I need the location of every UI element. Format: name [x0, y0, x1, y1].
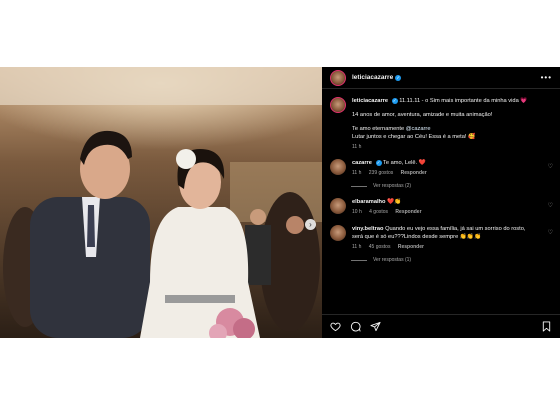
avatar[interactable] [330, 97, 346, 113]
comment-item: viny.beltrao Quando eu vejo essa família… [322, 225, 560, 251]
reply-button[interactable]: Responder [401, 170, 427, 176]
post-side-panel: leticiacazarre ✓ ••• leticiacazarre ✓ 11… [322, 67, 560, 338]
comment-emoji: ❤️ [418, 160, 426, 166]
caption-time: 11 h [352, 144, 362, 150]
caption-line-1: 11.11.11 - o Sim mais importante da minh… [399, 98, 519, 104]
view-replies-label: Ver respostas (2) [373, 183, 412, 189]
avatar[interactable] [330, 159, 346, 175]
post-header: leticiacazarre ✓ ••• [322, 67, 560, 89]
comment-emoji: 👏👏👏 [459, 234, 482, 240]
smile-emoji: 🥰 [468, 134, 476, 140]
verified-icon: ✓ [395, 74, 402, 81]
avatar[interactable] [330, 225, 346, 241]
verified-icon: ✓ [391, 97, 398, 104]
comment-likes[interactable]: 239 gostos [369, 170, 393, 176]
send-icon[interactable] [370, 321, 381, 332]
reply-button[interactable]: Responder [395, 209, 421, 215]
heart-emoji: 💗 [520, 98, 528, 104]
more-icon[interactable]: ••• [541, 73, 552, 82]
comment-time: 11 h [352, 244, 362, 250]
author-username[interactable]: leticiacazarre [352, 74, 393, 81]
comment-username[interactable]: cazarre [352, 160, 372, 166]
heart-icon[interactable] [330, 321, 341, 332]
chevron-right-icon[interactable]: › [305, 219, 316, 230]
post-photo[interactable]: › [0, 67, 322, 338]
comment-time: 10 h [352, 209, 362, 215]
view-replies-button[interactable]: Ver respostas (1) [351, 257, 560, 263]
post-actions [322, 314, 560, 338]
view-replies-button[interactable]: Ver respostas (2) [351, 183, 560, 189]
heart-icon[interactable]: ♡ [548, 229, 553, 236]
wedding-photo [0, 67, 322, 338]
author-username[interactable]: leticiacazarre [352, 98, 388, 104]
comment-emoji: ❤️👏 [387, 199, 402, 205]
divider [351, 185, 367, 187]
caption-line-4: Lutar juntos e chegar ao Céu! Essa é a m… [352, 134, 467, 140]
heart-icon[interactable]: ♡ [548, 163, 553, 170]
avatar[interactable] [330, 69, 346, 86]
comment-item: cazarre ✓ Te amo, Lelê. ❤️ 11 h 239 gost… [322, 159, 560, 177]
comment-time: 11 h [352, 170, 362, 176]
avatar[interactable] [330, 198, 346, 214]
caption-line-3: Te amo eternamente [352, 126, 406, 132]
caption-line-2: 14 anos de amor, aventura, amizade e mui… [352, 112, 493, 118]
comment-username[interactable]: elbaramalho [352, 199, 386, 205]
instagram-post: › leticiacazarre ✓ ••• leticiacazarre ✓ … [0, 67, 560, 338]
comment-username[interactable]: viny.beltrao [352, 226, 384, 232]
divider [351, 259, 367, 261]
view-replies-label: Ver respostas (1) [373, 257, 412, 263]
mention-link[interactable]: @cazarre [406, 126, 431, 132]
comment-text: Te amo, Lelê. [383, 160, 418, 166]
post-caption: leticiacazarre ✓ 11.11.11 - o Sim mais i… [322, 89, 560, 151]
heart-icon[interactable]: ♡ [548, 202, 553, 209]
verified-icon: ✓ [375, 159, 382, 166]
comment-item: elbaramalho ❤️👏 10 h 4 gostos Responder … [322, 198, 560, 216]
reply-button[interactable]: Responder [398, 244, 424, 250]
comment-likes[interactable]: 4 gostos [369, 209, 388, 215]
comment-likes[interactable]: 45 gostos [369, 244, 391, 250]
bookmark-icon[interactable] [541, 321, 552, 332]
comment-icon[interactable] [350, 321, 361, 332]
